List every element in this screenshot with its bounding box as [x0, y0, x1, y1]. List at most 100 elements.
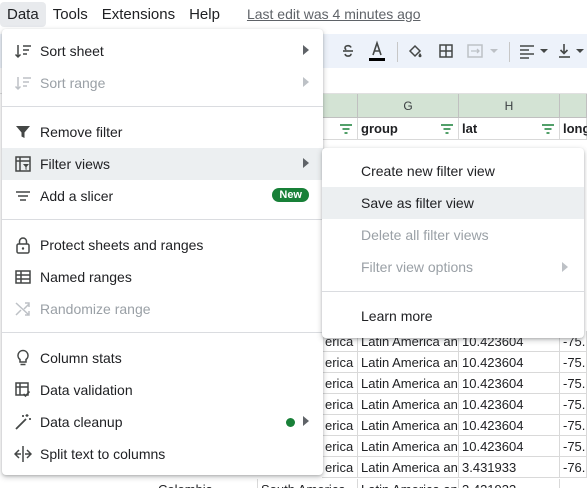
menu-item-label: Column stats — [40, 350, 122, 366]
split-icon — [14, 445, 32, 463]
column-header-h[interactable]: H — [459, 94, 560, 118]
table-cell[interactable]: 10.423604 — [459, 352, 560, 373]
menu-item-sort-range: Sort range — [2, 67, 323, 99]
table-cell[interactable]: Latin America an — [358, 394, 459, 415]
chevron-right-icon — [303, 416, 309, 426]
table-cell[interactable]: Latin America an — [358, 415, 459, 436]
menu-data[interactable]: Data — [0, 1, 46, 27]
menu-item-randomize-range: Randomize range — [2, 293, 323, 325]
slicer-icon — [14, 187, 32, 205]
menu-item-data-validation[interactable]: Data validation — [2, 374, 323, 406]
menu-item-add-slicer[interactable]: Add a slicer New — [2, 180, 323, 212]
submenu-item-label: Create new filter view — [361, 163, 495, 179]
submenu-item-filter-view-options: Filter view options — [322, 251, 584, 283]
submenu-item-label: Delete all filter views — [361, 227, 489, 243]
shuffle-icon — [14, 300, 32, 318]
submenu-item-label: Learn more — [361, 308, 433, 324]
menu-item-label: Data validation — [40, 382, 133, 398]
table-cell[interactable]: Latin America an — [358, 457, 459, 478]
table-cell[interactable]: erica — [322, 352, 358, 373]
menu-item-label: Split text to columns — [40, 446, 166, 462]
header-cell-lat[interactable]: lat — [459, 118, 560, 140]
submenu-item-label: Save as filter view — [361, 195, 474, 211]
table-cell[interactable]: 3.431933 — [459, 457, 560, 478]
header-cell-group[interactable]: group — [358, 118, 459, 140]
spreadsheet-window: Data Tools Extensions Help Last edit was… — [0, 0, 587, 488]
table-cell[interactable]: -75.5 — [560, 436, 587, 457]
lock-icon — [14, 236, 32, 254]
strikethrough-icon[interactable] — [338, 40, 358, 62]
filter-icon[interactable] — [440, 122, 454, 136]
table-cell[interactable]: erica — [322, 394, 358, 415]
header-cell-f[interactable] — [322, 118, 358, 140]
header-cell-long[interactable]: long — [560, 118, 587, 140]
filter-icon — [14, 123, 32, 141]
menu-item-protect-sheets[interactable]: Protect sheets and ranges — [2, 229, 323, 261]
table-cell[interactable]: Latin America an — [358, 479, 459, 488]
filter-icon[interactable] — [541, 122, 555, 136]
table-cell[interactable]: -75.5 — [560, 352, 587, 373]
column-header-g[interactable]: G — [358, 94, 459, 118]
validation-icon — [14, 381, 32, 399]
submenu-item-save-as-filter-view[interactable]: Save as filter view — [322, 187, 584, 219]
new-badge: New — [272, 188, 309, 202]
table-cell[interactable]: -75.5 — [560, 415, 587, 436]
horizontal-align-icon[interactable] — [518, 40, 552, 62]
menu-item-label: Sort sheet — [40, 43, 104, 59]
menu-item-column-stats[interactable]: Column stats — [2, 342, 323, 374]
menu-item-filter-views[interactable]: Filter views — [2, 148, 323, 180]
text-color-icon[interactable] — [366, 40, 388, 62]
menu-item-label: Sort range — [40, 75, 106, 91]
column-header-f[interactable] — [322, 94, 358, 118]
menu-item-label: Randomize range — [40, 301, 151, 317]
menu-item-label: Remove filter — [40, 124, 123, 140]
menu-item-split-text[interactable]: Split text to columns — [2, 438, 323, 470]
table-cell[interactable]: erica — [322, 415, 358, 436]
filter-icon[interactable] — [339, 122, 353, 136]
table-cell[interactable]: erica — [322, 373, 358, 394]
table-cell[interactable]: 10.423604 — [459, 373, 560, 394]
filter-views-icon — [14, 155, 32, 173]
menu-tools[interactable]: Tools — [46, 2, 95, 27]
submenu-item-learn-more[interactable]: Learn more — [322, 300, 584, 332]
menu-item-remove-filter[interactable]: Remove filter — [2, 116, 323, 148]
menu-item-sort-sheet[interactable]: Sort sheet — [2, 35, 323, 67]
submenu-item-delete-all-filter-views: Delete all filter views — [322, 219, 584, 251]
table-cell[interactable]: 3.431933 — [459, 479, 560, 488]
table-cell[interactable]: Latin America an — [358, 352, 459, 373]
table-icon — [14, 268, 32, 286]
submenu-item-create-filter-view[interactable]: Create new filter view — [322, 155, 584, 187]
toolbar-divider — [397, 42, 398, 62]
table-cell[interactable]: South America — [258, 479, 358, 488]
borders-icon[interactable] — [436, 40, 456, 62]
table-cell[interactable]: erica — [322, 457, 358, 478]
menu-extensions[interactable]: Extensions — [95, 2, 182, 27]
table-cell[interactable]: -75.5 — [560, 373, 587, 394]
fill-color-icon[interactable] — [405, 40, 425, 62]
table-cell[interactable]: 10.423604 — [459, 394, 560, 415]
table-cell[interactable]: -76.5 — [560, 457, 587, 478]
menu-item-label: Add a slicer — [40, 188, 114, 204]
table-cell[interactable]: 10.423604 — [459, 415, 560, 436]
table-cell[interactable]: Latin America an — [358, 436, 459, 457]
menu-help[interactable]: Help — [182, 2, 227, 27]
menu-item-data-cleanup[interactable]: Data cleanup — [2, 406, 323, 438]
merge-cells-icon[interactable] — [465, 40, 501, 62]
menu-item-named-ranges[interactable]: Named ranges — [2, 261, 323, 293]
menu-divider — [2, 219, 323, 220]
header-cell-label: lat — [462, 121, 478, 136]
menu-divider — [2, 106, 323, 107]
lightbulb-icon — [14, 349, 32, 367]
table-cell[interactable]: erica — [322, 436, 358, 457]
table-cell[interactable]: 10.423604 — [459, 436, 560, 457]
vertical-align-icon[interactable] — [558, 40, 587, 62]
table-cell[interactable]: Latin America an — [358, 373, 459, 394]
table-cell[interactable]: -75.5 — [560, 394, 587, 415]
menu-item-label: Protect sheets and ranges — [40, 237, 204, 253]
menu-item-label: Named ranges — [40, 269, 132, 285]
menu-item-label: Filter views — [40, 156, 111, 172]
table-cell[interactable]: Colombia — [155, 479, 258, 488]
menu-divider — [322, 291, 584, 292]
last-edit-link[interactable]: Last edit was 4 minutes ago — [247, 6, 421, 22]
column-header-i[interactable] — [560, 94, 587, 118]
